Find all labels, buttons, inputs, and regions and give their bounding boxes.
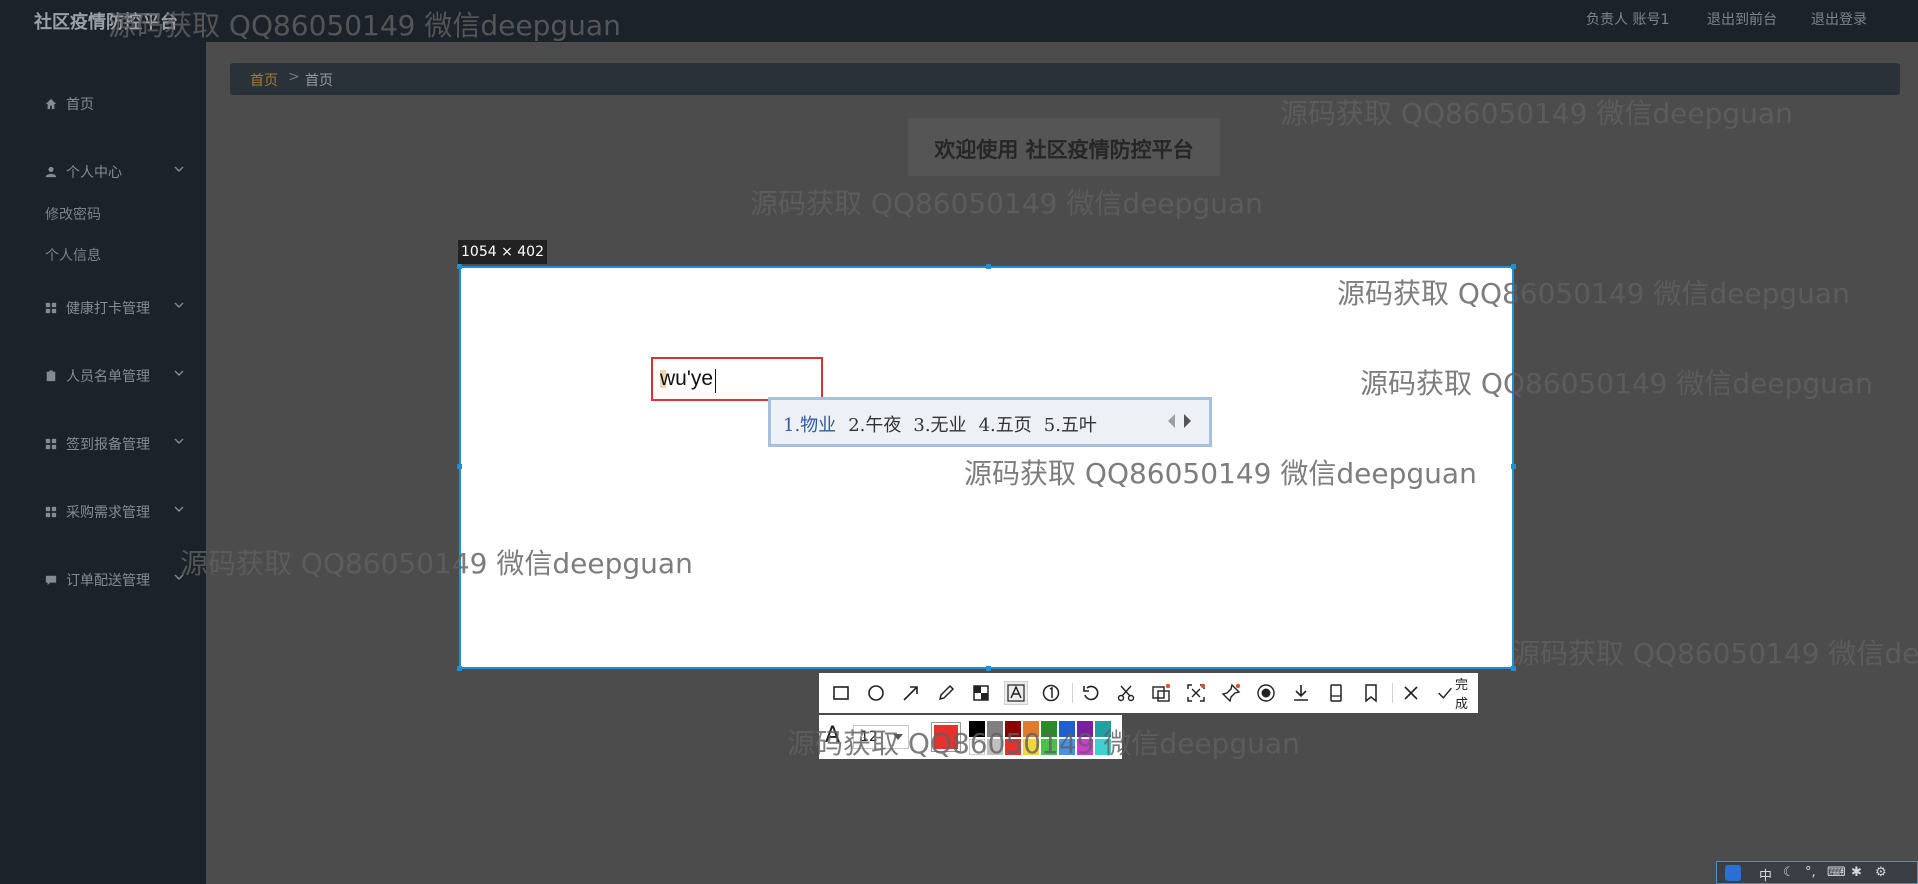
resize-handle[interactable] [986, 264, 991, 269]
ime-next-page-icon[interactable] [1184, 414, 1191, 428]
watermark: 源码获取 QQ86050149 微信deepguan [787, 727, 1300, 760]
scan-icon[interactable] [1184, 681, 1208, 705]
sidebar-item-signin-report[interactable]: 签到报备管理 [44, 432, 184, 456]
sidebar-item-label: 人员名单管理 [66, 369, 150, 385]
resize-handle[interactable] [457, 666, 462, 671]
breadcrumb-home[interactable]: 首页 [250, 70, 278, 90]
ime-logo-icon[interactable] [1725, 865, 1741, 881]
resize-handle[interactable] [1511, 264, 1516, 269]
resize-handle[interactable] [457, 264, 462, 269]
welcome-banner: 欢迎使用 社区疫情防控平台 [908, 118, 1220, 176]
ocr-icon[interactable] [1149, 681, 1173, 705]
watermark: 源码获取 QQ86050149 微信deepguan [180, 547, 693, 580]
pen-icon[interactable] [934, 681, 958, 705]
user-account-label: 负责人 账号1 [1586, 12, 1670, 28]
close-icon[interactable] [1399, 681, 1423, 705]
ime-candidate-bar: 1.物业 2.午夜 3.无业 4.五页 5.五叶 [768, 397, 1212, 447]
breadcrumb-separator: > [288, 69, 300, 85]
sidebar-item-label: 订单配送管理 [66, 573, 150, 589]
text-icon[interactable] [1004, 681, 1028, 705]
ime-candidate[interactable]: 1.物业 [783, 411, 836, 437]
text-cursor [715, 369, 716, 393]
ime-candidate[interactable]: 2.午夜 [848, 411, 901, 437]
undo-icon[interactable] [1079, 681, 1103, 705]
chevron-down-icon [174, 302, 184, 308]
watermark: 源码获取 QQ86050149 微信deepguan [1360, 367, 1873, 400]
sidebar-item-label: 首页 [66, 97, 94, 113]
moon-icon[interactable]: ☾ [1783, 865, 1795, 880]
sidebar-item-personnel-list[interactable]: 人员名单管理 [44, 364, 184, 388]
ellipse-icon[interactable] [864, 681, 888, 705]
resize-handle[interactable] [986, 666, 991, 671]
watermark: 源码获取 QQ86050149 微信deepguan [1337, 277, 1850, 310]
resize-handle[interactable] [1511, 464, 1516, 469]
skin-icon[interactable]: ✱ [1851, 865, 1862, 880]
grid-icon [44, 505, 58, 519]
sidebar-item-label: 个人中心 [66, 165, 122, 181]
ime-candidate[interactable]: 5.五叶 [1044, 411, 1097, 437]
comment-icon [44, 573, 58, 587]
keyboard-icon[interactable]: ⌨ [1827, 865, 1846, 880]
ime-prev-page-icon[interactable] [1168, 414, 1175, 428]
watermark: 源码获取 QQ86050149 微信deepguan [108, 9, 621, 42]
sidebar-item-order-delivery[interactable]: 订单配送管理 [44, 568, 184, 592]
done-button-label: 完成 [1454, 678, 1468, 712]
annotation-text-input[interactable]: wu'ye [651, 357, 823, 401]
welcome-text: 欢迎使用 社区疫情防控平台 [934, 137, 1194, 162]
sidebar-item-label: 采购需求管理 [66, 505, 150, 521]
annotation-text-value: wu'ye [660, 367, 714, 390]
watermark: 源码获取 QQ86050149 微信deepguan [1280, 97, 1793, 130]
watermark: 源码获取 QQ86050149 微信deepguan [964, 457, 1477, 490]
selection-size-label: 1054 × 402 [458, 240, 547, 264]
record-icon[interactable] [1254, 681, 1278, 705]
clipboard-icon [44, 369, 58, 383]
cut-icon[interactable] [1114, 681, 1138, 705]
chevron-down-icon [174, 370, 184, 376]
mosaic-icon[interactable] [969, 681, 993, 705]
ime-candidate[interactable]: 3.无业 [913, 411, 966, 437]
submenu-change-password[interactable]: 修改密码 [45, 204, 101, 224]
system-tray: 中 ☾ °, ⌨ ✱ ⚙ [1716, 861, 1918, 884]
toolbar-divider [1392, 683, 1393, 703]
long-shot-icon[interactable] [1324, 681, 1348, 705]
logout-link[interactable]: 退出登录 [1811, 9, 1867, 29]
home-icon [44, 97, 58, 111]
capture-toolbar: 完成 [819, 673, 1478, 713]
user-icon [44, 165, 58, 179]
sidebar-item-label: 签到报备管理 [66, 437, 150, 453]
grid-icon [44, 301, 58, 315]
chevron-down-icon [174, 438, 184, 444]
sidebar-item-personal-center[interactable]: 个人中心 [44, 160, 184, 184]
ime-mode-chinese[interactable]: 中 [1759, 865, 1772, 884]
bookmark-icon[interactable] [1359, 681, 1383, 705]
submenu-personal-info[interactable]: 个人信息 [45, 245, 101, 265]
breadcrumb-current: 首页 [305, 73, 333, 89]
number-icon[interactable] [1039, 681, 1063, 705]
arrow-icon[interactable] [899, 681, 923, 705]
sidebar-item-health-checkin[interactable]: 健康打卡管理 [44, 296, 184, 320]
sidebar: 首页 个人中心 修改密码 个人信息 健康打卡管理 人员名单管理 签到报备管理 采… [0, 42, 206, 884]
sidebar-item-label: 健康打卡管理 [66, 301, 150, 317]
chevron-down-icon [174, 166, 184, 172]
ime-candidate[interactable]: 4.五页 [979, 411, 1032, 437]
check-icon [1438, 687, 1452, 699]
exit-to-frontend-link[interactable]: 退出到前台 [1707, 9, 1777, 29]
punctuation-icon[interactable]: °, [1805, 865, 1816, 880]
resize-handle[interactable] [457, 464, 462, 469]
download-icon[interactable] [1289, 681, 1313, 705]
settings-icon[interactable]: ⚙ [1875, 865, 1887, 880]
chevron-down-icon [174, 506, 184, 512]
breadcrumb: 首页 > 首页 [230, 63, 1900, 95]
rectangle-icon[interactable] [829, 681, 853, 705]
sidebar-item-home[interactable]: 首页 [44, 92, 184, 116]
watermark: 源码获取 QQ86050149 微信deepguan [750, 187, 1263, 220]
sidebar-item-purchase-demand[interactable]: 采购需求管理 [44, 500, 184, 524]
watermark: 源码获取 QQ86050149 微信deepguan [1512, 637, 1918, 670]
toolbar-divider [1072, 683, 1073, 703]
grid-icon [44, 437, 58, 451]
done-button[interactable]: 完成 [1437, 678, 1478, 712]
pin-icon[interactable] [1219, 681, 1243, 705]
